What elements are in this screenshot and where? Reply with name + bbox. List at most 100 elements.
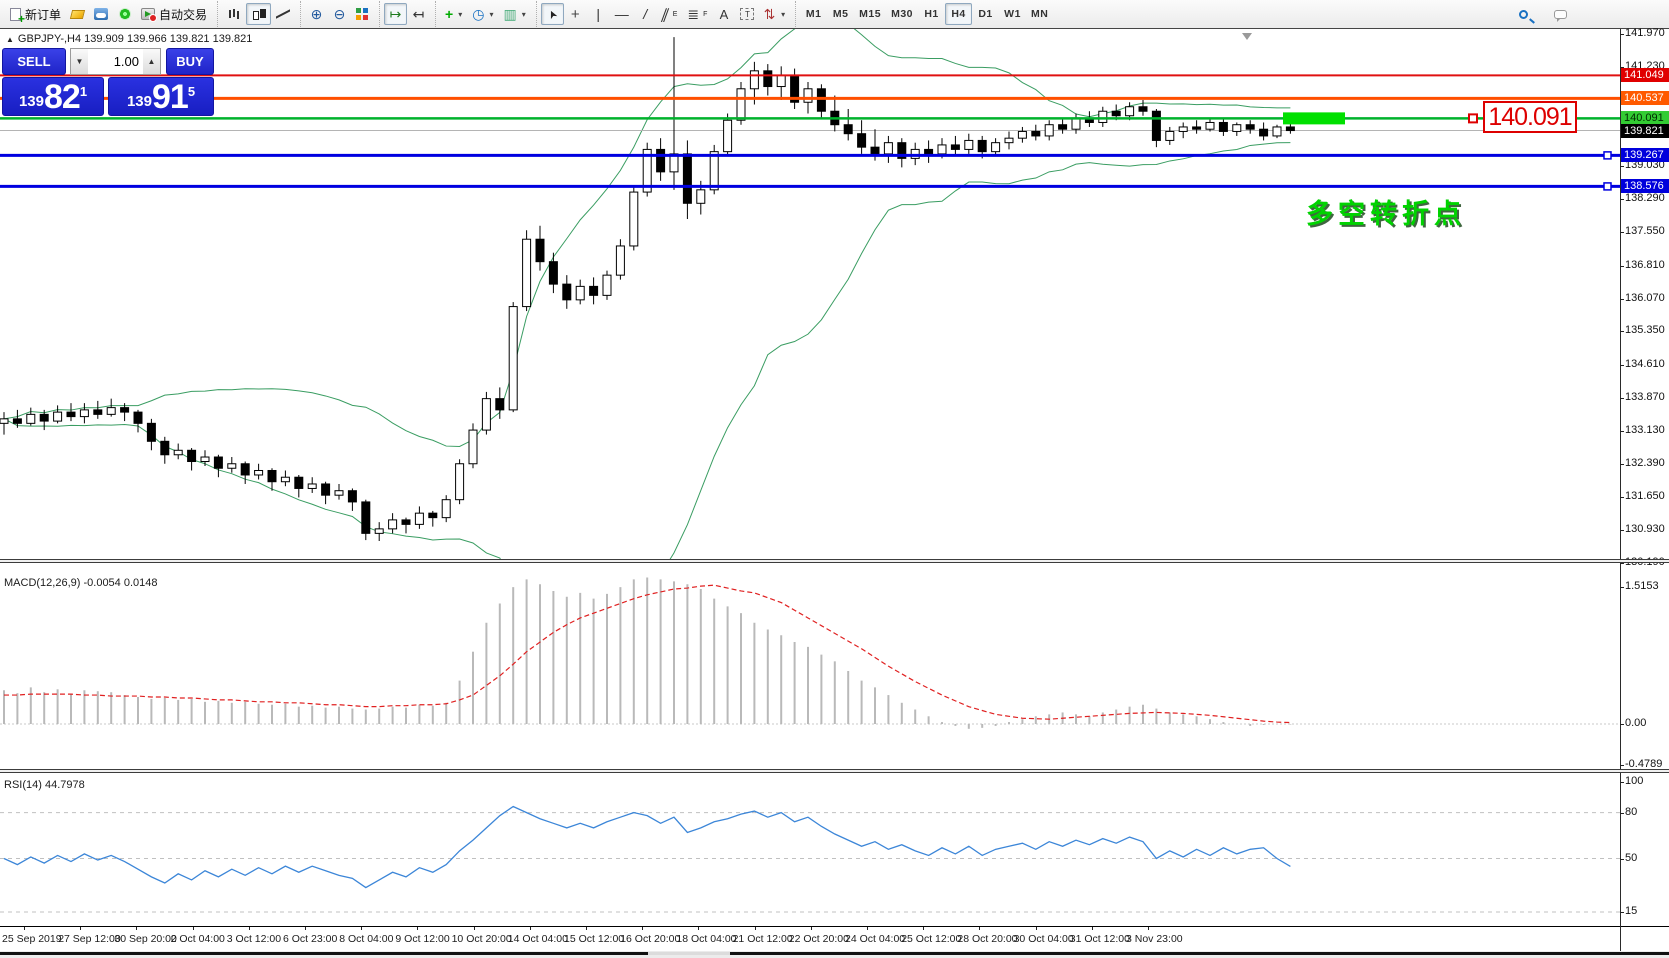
chart-icon: ▲ — [6, 34, 14, 44]
date-tick — [586, 927, 587, 930]
date-label: 3 Nov 23:00 — [1126, 933, 1183, 945]
text-tool-button[interactable]: A — [712, 3, 735, 25]
timeframe-button-m1[interactable]: M1 — [800, 3, 827, 25]
main-chart[interactable] — [0, 29, 1620, 563]
date-tick — [923, 927, 925, 930]
auto-trading-button[interactable]: 自动交易 — [136, 3, 212, 25]
timeframe-button-w1[interactable]: W1 — [999, 3, 1026, 25]
one-click-trading-panel: SELL ▼ ▲ BUY 139 82 1 139 91 5 — [2, 48, 214, 116]
pane-splitter[interactable] — [0, 559, 1669, 563]
pivot-annotation[interactable]: 多空转折点 — [1306, 192, 1466, 231]
date-label: 6 Oct 23:00 — [283, 933, 338, 945]
price-tick: 134.610 — [1620, 357, 1665, 370]
date-label: 15 Oct 12:00 — [564, 933, 625, 945]
volume-up-button[interactable]: ▲ — [143, 49, 160, 74]
toolbar-group-timeframes: M1 M5 M15 M30 H1 H4 D1 W1 MN — [795, 1, 1057, 27]
timeframe-button-m15[interactable]: M15 — [854, 3, 886, 25]
cursor-button[interactable]: ➤ — [540, 3, 564, 25]
dropdown-arrow-icon: ▾ — [521, 9, 526, 19]
bar-chart-button[interactable] — [222, 3, 246, 25]
channel-button[interactable]: ∥ E — [657, 3, 683, 25]
date-label: 24 Oct 04:00 — [845, 933, 906, 945]
price-badge: 139.267 — [1621, 148, 1669, 163]
macd-axis-label: 1.5153 — [1620, 579, 1659, 592]
rsi-pane[interactable] — [0, 773, 1620, 926]
price-tick: 137.550 — [1620, 225, 1665, 238]
candlestick-chart-button[interactable] — [246, 3, 272, 25]
fibonacci-button[interactable]: ≣ F — [682, 3, 712, 25]
date-tick — [136, 927, 138, 930]
callout-anchor[interactable] — [1468, 113, 1478, 124]
line-chart-button[interactable] — [271, 3, 295, 25]
chat-button[interactable] — [1549, 3, 1572, 25]
zoom-out-button[interactable]: ⊖ — [328, 3, 351, 25]
crosshair-button[interactable]: + — [564, 3, 587, 25]
zoom-in-button[interactable]: ⊕ — [305, 3, 328, 25]
timeframe-button-m30[interactable]: M30 — [886, 3, 918, 25]
tile-windows-button[interactable] — [351, 3, 374, 25]
new-order-button[interactable]: 新订单 — [5, 3, 66, 26]
bar-chart-icon — [227, 8, 241, 20]
date-label: 31 Oct 12:00 — [1069, 933, 1130, 945]
volume-down-button[interactable]: ▼ — [71, 49, 88, 74]
price-badge: 140.537 — [1621, 91, 1669, 106]
price-tick: 130.930 — [1620, 522, 1665, 535]
text-label-button[interactable]: T — [735, 3, 759, 25]
highlight-segment[interactable] — [1283, 112, 1345, 125]
vertical-line-icon: | — [596, 6, 601, 22]
template-icon: ▥ — [503, 6, 517, 22]
vertical-line-button[interactable]: | — [587, 3, 610, 25]
buy-price-prefix: 139 — [126, 93, 152, 110]
toolbar-group-zoom: ⊕ ⊖ — [300, 1, 378, 27]
timeframe-button-h4[interactable]: H4 — [945, 3, 973, 25]
main-toolbar: 新订单 自动交易 ⊕ ⊖ ↦ ↤ +▾ ◷▾ ▥▾ ➤ + | — / ∥E ≣… — [0, 0, 1669, 28]
auto-scroll-button[interactable]: ↦ — [384, 3, 408, 25]
price-tick: 136.810 — [1620, 258, 1665, 271]
sell-price-prefix: 139 — [18, 93, 44, 110]
auto-scroll-icon: ↦ — [389, 6, 402, 22]
macd-pane[interactable] — [0, 563, 1620, 771]
clock-icon: ◷ — [472, 6, 485, 22]
zoom-out-icon: ⊖ — [333, 6, 346, 22]
line-anchor-handle[interactable] — [1603, 182, 1612, 191]
toolbar-group-insert: + ▾ ◷ ▾ ▥ ▾ — [435, 1, 535, 27]
arrows-button[interactable]: ⇄ ▾ — [759, 3, 790, 25]
buy-price-big: 91 — [151, 78, 189, 117]
date-label: 30 Sep 20:00 — [114, 933, 177, 945]
volume-stepper: ▼ ▲ — [70, 48, 161, 75]
market-button[interactable] — [89, 3, 113, 25]
sell-price-panel[interactable]: 139 82 1 — [2, 77, 104, 116]
price-callout-box[interactable]: 140.091 — [1483, 101, 1577, 133]
signals-button[interactable] — [113, 3, 136, 25]
chart-window: ▲ GBPJPY-,H4 139.909 139.966 139.821 139… — [0, 27, 1669, 958]
metaeditor-button[interactable] — [66, 3, 89, 25]
date-label: 18 Oct 04:00 — [676, 933, 737, 945]
buy-price-panel[interactable]: 139 91 5 — [108, 77, 214, 116]
buy-button[interactable]: BUY — [166, 48, 214, 75]
timeframe-button-mn[interactable]: MN — [1026, 3, 1053, 25]
templates-button[interactable]: ▥ ▾ — [498, 3, 530, 25]
horizontal-line-button[interactable]: — — [610, 3, 634, 25]
timeframe-button-m5[interactable]: M5 — [827, 3, 854, 25]
timeframe-button-d1[interactable]: D1 — [972, 3, 999, 25]
date-axis[interactable]: 25 Sep 2019 27 Sep 12:00 30 Sep 20:00 2 Oct… — [0, 926, 1669, 951]
date-tick — [529, 927, 531, 930]
indicators-button[interactable]: + ▾ — [440, 3, 467, 25]
periods-button[interactable]: ◷ ▾ — [467, 3, 498, 25]
sell-button[interactable]: SELL — [2, 48, 66, 75]
date-tick — [979, 927, 981, 930]
pane-splitter[interactable] — [0, 769, 1669, 773]
search-button[interactable] — [1512, 3, 1535, 25]
line-anchor-handle[interactable] — [1603, 151, 1612, 160]
rsi-axis-label: 80 — [1619, 805, 1638, 818]
trendline-button[interactable]: / — [634, 3, 657, 25]
date-tick — [24, 927, 25, 930]
date-label: 27 Sep 12:00 — [58, 933, 121, 945]
volume-input[interactable] — [88, 49, 143, 74]
date-label: 10 Oct 20:00 — [451, 933, 512, 945]
timeframe-button-h1[interactable]: H1 — [918, 3, 945, 25]
indicators-icon: + — [445, 6, 454, 22]
text-tool-icon: A — [719, 6, 729, 22]
chart-shift-marker[interactable] — [1242, 33, 1252, 40]
chart-shift-button[interactable]: ↤ — [407, 3, 430, 25]
